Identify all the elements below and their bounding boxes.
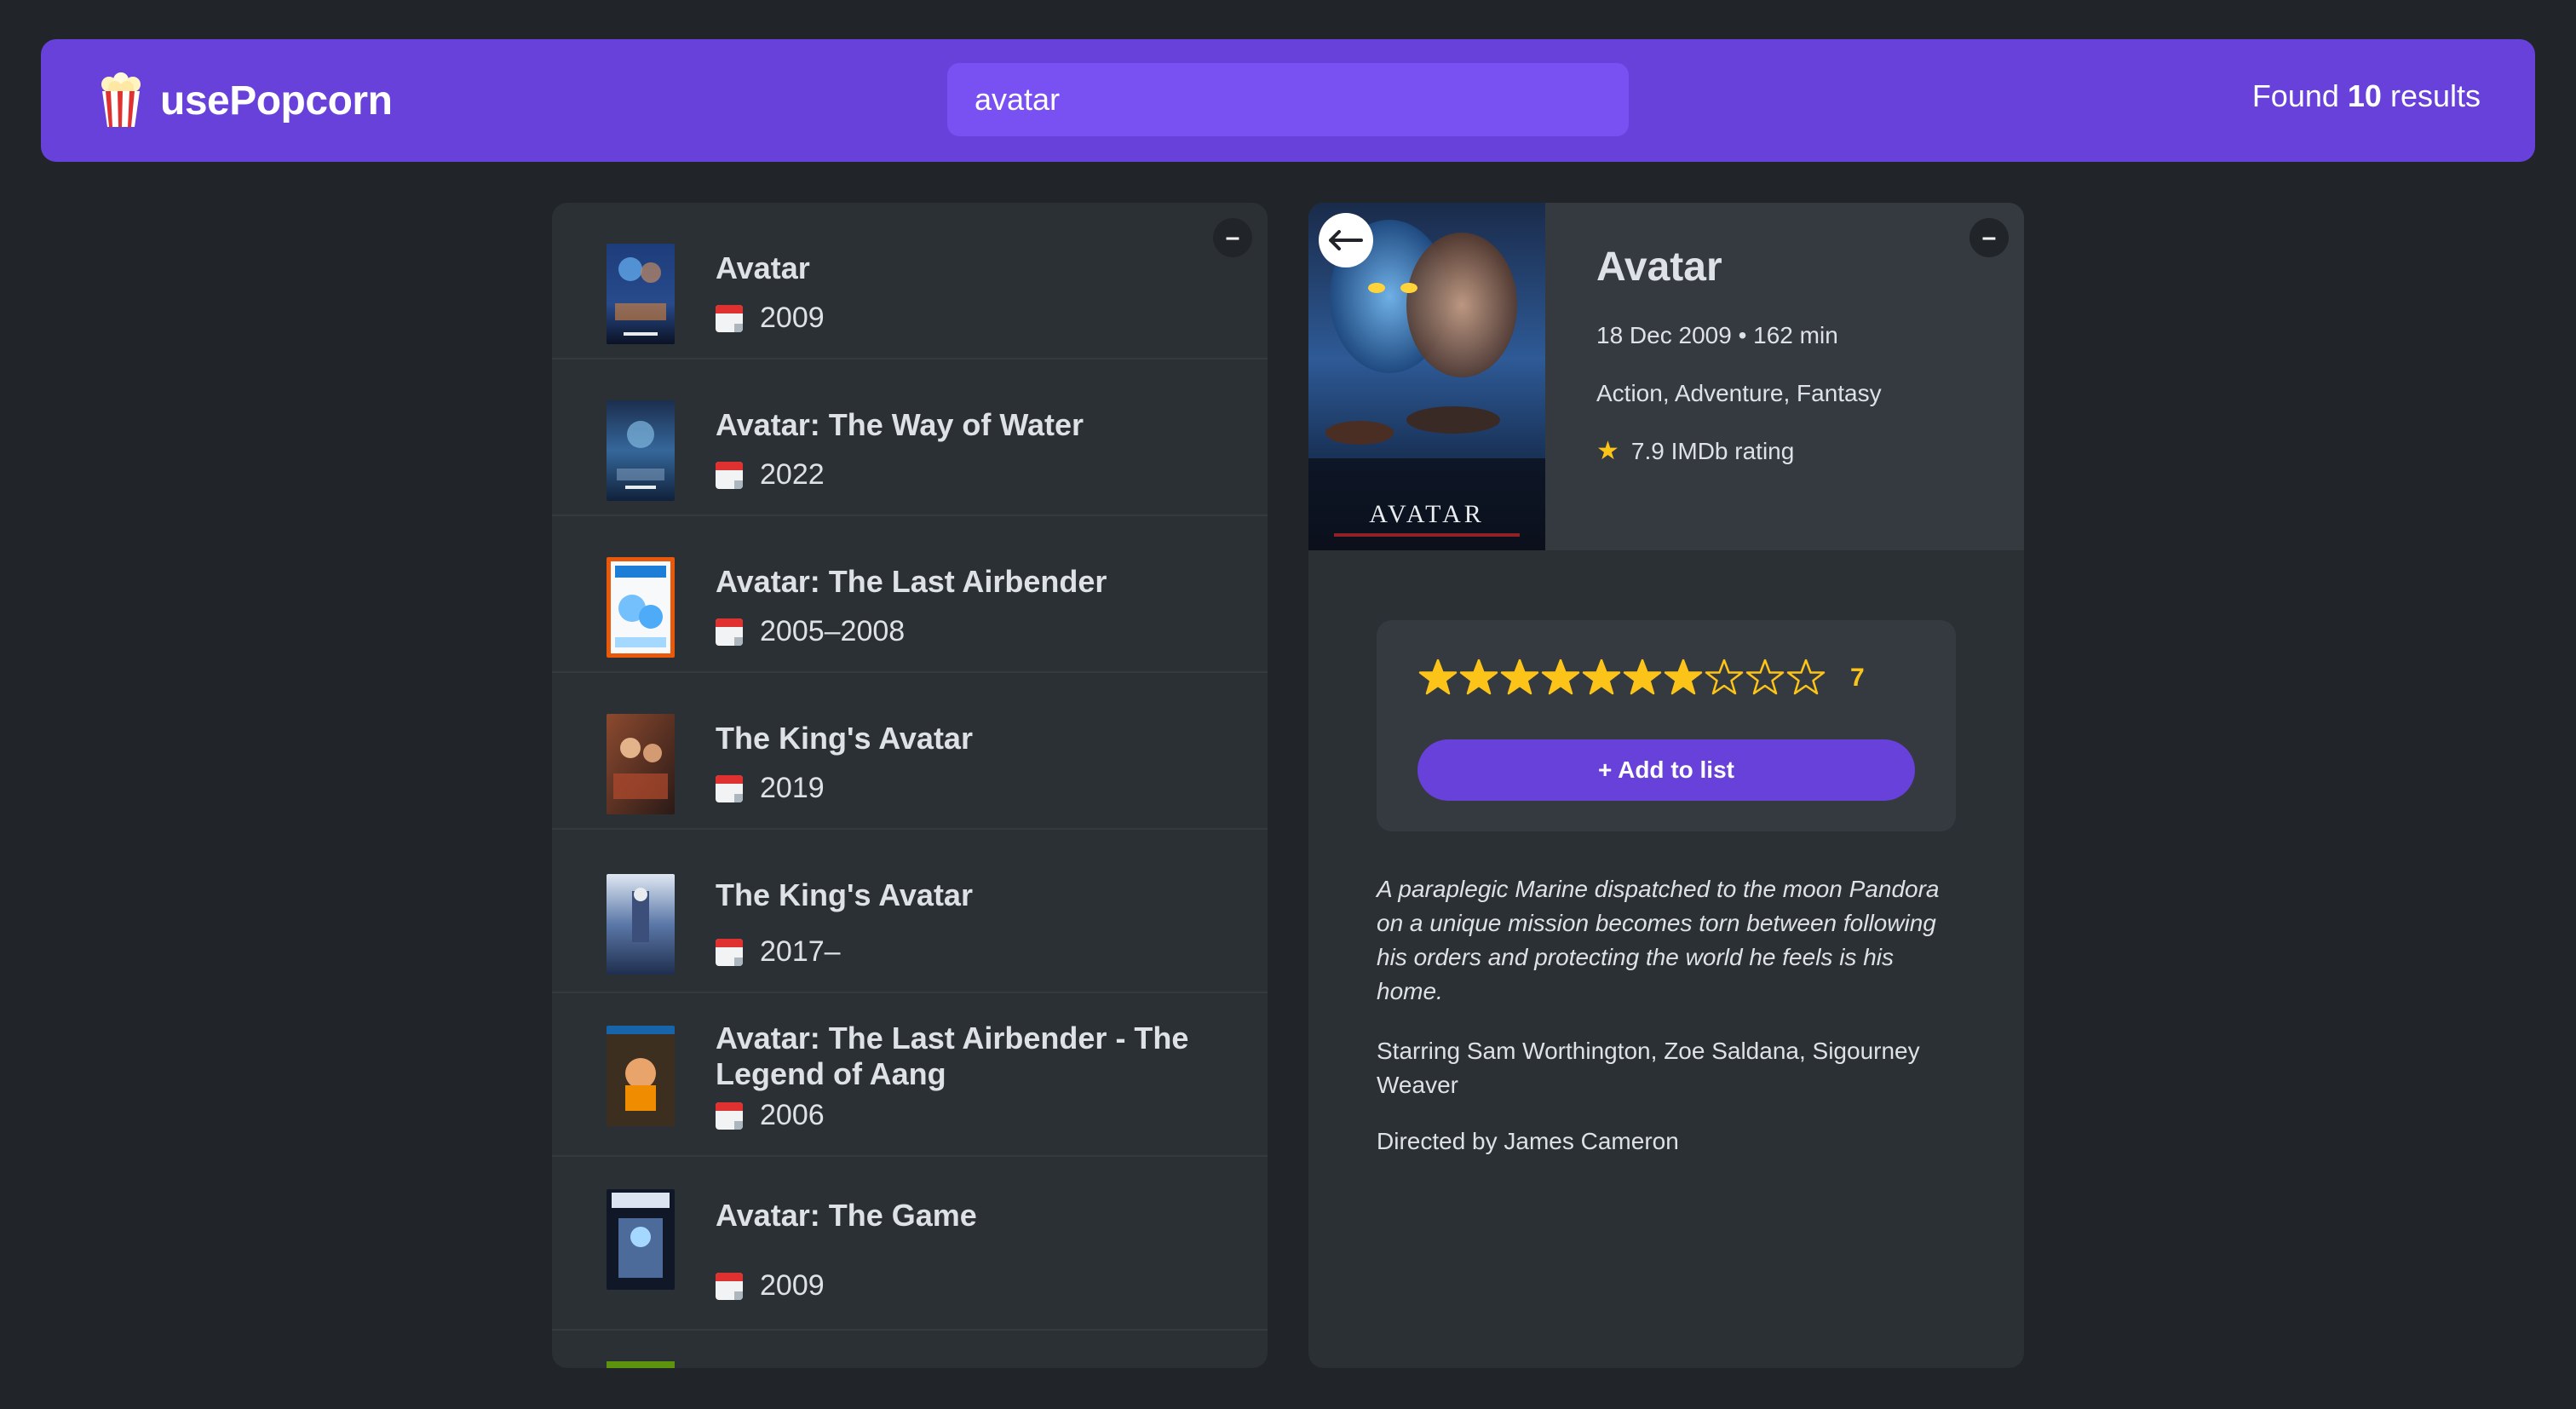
- movie-poster: [607, 1026, 675, 1126]
- star-empty-icon[interactable]: [1704, 658, 1745, 699]
- movie-year: 2019: [716, 772, 825, 805]
- search-input[interactable]: [947, 63, 1629, 136]
- collapse-list-button[interactable]: –: [1213, 218, 1252, 257]
- star-icon: ★: [1596, 437, 1619, 465]
- movie-poster: [607, 1361, 675, 1368]
- movie-year: 2022: [716, 458, 825, 492]
- plot: A paraplegic Marine dispatched to the mo…: [1377, 876, 1940, 1004]
- rating-value: 7: [1850, 664, 1865, 692]
- arrow-left-icon: [1329, 230, 1363, 250]
- logo-text: usePopcorn: [160, 78, 393, 124]
- release-runtime: 18 Dec 2009 • 162 min: [1596, 322, 1838, 348]
- movie-item[interactable]: Avatar: The Last Airbender 2005–2008: [552, 516, 1268, 673]
- calendar-icon: [716, 938, 743, 966]
- movie-title: Avatar: [1596, 244, 1722, 290]
- movie-title: Avatar: The Way of Water: [716, 407, 1084, 442]
- stars-container: [1417, 658, 1826, 699]
- movie-item[interactable]: Avatar: The Way of Water 2022: [552, 359, 1268, 516]
- logo: usePopcorn: [99, 70, 393, 131]
- movie-year-text: 2019: [760, 772, 825, 804]
- movie-title: The King's Avatar: [716, 877, 973, 912]
- results-prefix: Found: [2251, 78, 2339, 113]
- calendar-icon: [716, 1272, 743, 1300]
- movie-year-text: 2017–: [760, 935, 841, 968]
- user-rating-box: 7 + Add to list: [1377, 620, 1956, 831]
- star-filled-icon[interactable]: [1540, 658, 1581, 699]
- movie-item[interactable]: The King's Avatar 2017–: [552, 830, 1268, 993]
- add-to-list-button[interactable]: + Add to list: [1417, 739, 1915, 801]
- movie-year: 2009: [716, 1269, 825, 1303]
- movie-title: Avatar: The Last Airbender: [716, 564, 1107, 599]
- star-filled-icon[interactable]: [1417, 658, 1458, 699]
- movie-item[interactable]: [552, 1331, 1268, 1368]
- movie-list: Avatar 2009 Avatar: The Way of Water 202…: [552, 203, 1268, 1368]
- star-filled-icon[interactable]: [1581, 658, 1622, 699]
- movie-poster: [607, 244, 675, 344]
- movie-title: Avatar: The Last Airbender - The Legend …: [716, 1021, 1189, 1091]
- movie-poster: [607, 1189, 675, 1290]
- movie-title: Avatar: The Game: [716, 1198, 977, 1233]
- star-filled-icon[interactable]: [1622, 658, 1663, 699]
- navbar: usePopcorn Found 10 results: [41, 39, 2535, 162]
- movie-list-box: – Avatar 2009 Avatar: The Way of Water 2…: [552, 203, 1268, 1368]
- results-count: Found 10 results: [2252, 78, 2481, 114]
- movie-title: Avatar: [716, 250, 810, 285]
- imdb-rating-text: 7.9 IMDb rating: [1630, 437, 1795, 464]
- star-filled-icon[interactable]: [1458, 658, 1499, 699]
- imdb-rating: ★ 7.9 IMDb rating: [1596, 436, 1794, 466]
- calendar-icon: [716, 1101, 743, 1130]
- popcorn-icon: [101, 72, 141, 127]
- movie-year: 2017–: [716, 935, 841, 969]
- results-suffix: results: [2389, 78, 2481, 113]
- results-number: 10: [2347, 78, 2382, 113]
- movie-poster: [607, 557, 675, 658]
- calendar-icon: [716, 618, 743, 646]
- star-filled-icon[interactable]: [1499, 658, 1540, 699]
- movie-title: The King's Avatar: [716, 721, 973, 756]
- movie-details-box: – AVATAR Avatar 18 Dec 2009 • 162 min Ac…: [1308, 203, 2024, 1368]
- details-header: AVATAR Avatar 18 Dec 2009 • 162 min Acti…: [1308, 203, 2024, 550]
- movie-year: 2006: [716, 1099, 825, 1132]
- star-filled-icon[interactable]: [1663, 658, 1704, 699]
- collapse-details-button[interactable]: –: [1969, 218, 2009, 257]
- calendar-icon: [716, 774, 743, 802]
- star-rating: 7: [1417, 658, 1865, 699]
- movie-year: 2005–2008: [716, 615, 905, 648]
- movie-item[interactable]: The King's Avatar 2019: [552, 673, 1268, 830]
- movie-item[interactable]: Avatar 2009: [552, 203, 1268, 359]
- calendar-icon: [716, 304, 743, 332]
- genre: Action, Adventure, Fantasy: [1596, 380, 1882, 406]
- poster-title: AVATAR: [1369, 500, 1485, 528]
- movie-poster: [607, 874, 675, 975]
- movie-poster: [607, 400, 675, 501]
- movie-item[interactable]: Avatar: The Last Airbender - The Legend …: [552, 993, 1268, 1157]
- starring: Starring Sam Worthington, Zoe Saldana, S…: [1377, 1038, 1920, 1098]
- movie-year: 2009: [716, 302, 825, 335]
- movie-year-text: 2022: [760, 458, 825, 491]
- back-button[interactable]: [1319, 213, 1373, 267]
- movie-year-text: 2009: [760, 302, 825, 334]
- movie-year-text: 2006: [760, 1099, 825, 1131]
- calendar-icon: [716, 461, 743, 489]
- movie-year-text: 2009: [760, 1269, 825, 1302]
- star-empty-icon[interactable]: [1785, 658, 1826, 699]
- star-empty-icon[interactable]: [1745, 658, 1785, 699]
- movie-item[interactable]: Avatar: The Game 2009: [552, 1157, 1268, 1331]
- movie-year-text: 2005–2008: [760, 615, 906, 647]
- movie-poster: [607, 714, 675, 814]
- director: Directed by James Cameron: [1377, 1128, 1679, 1154]
